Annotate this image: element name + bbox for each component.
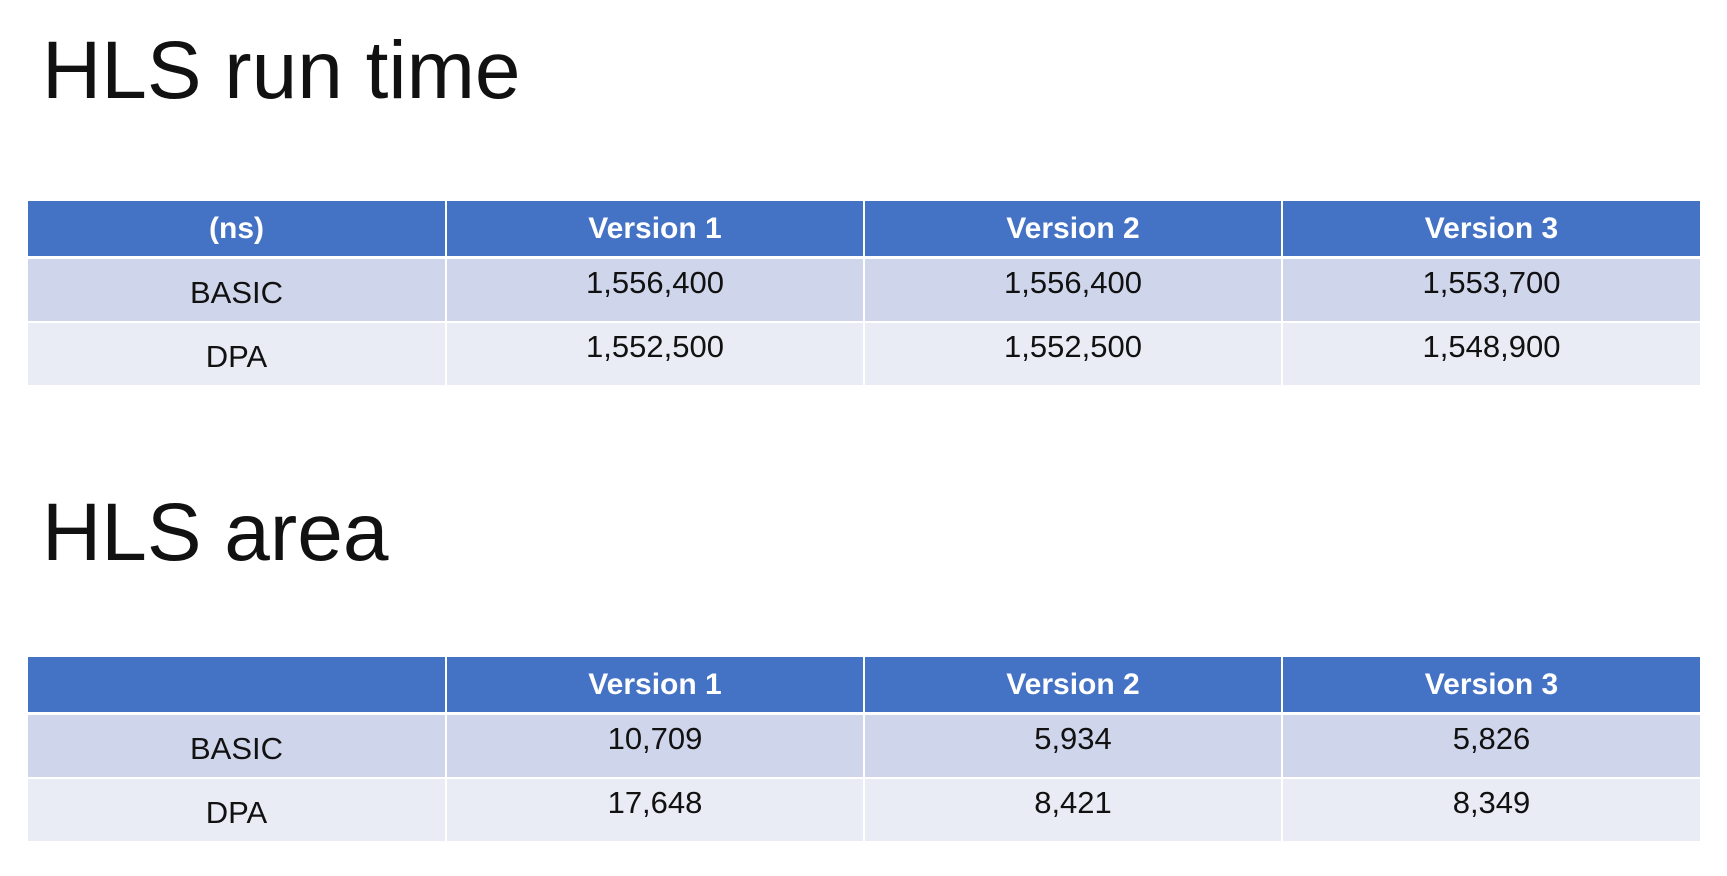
table-cell: 1,552,500 bbox=[864, 322, 1283, 387]
version-2-header: Version 2 bbox=[864, 201, 1283, 259]
table-header-row: Version 1 Version 2 Version 3 bbox=[28, 657, 1700, 715]
table-cell: 8,421 bbox=[864, 778, 1283, 843]
version-1-header: Version 1 bbox=[446, 657, 865, 715]
row-label: BASIC bbox=[28, 257, 447, 323]
table-cell: 1,556,400 bbox=[864, 257, 1283, 323]
table-cell: 1,556,400 bbox=[446, 257, 865, 323]
unit-header: (ns) bbox=[28, 201, 447, 259]
runtime-table: (ns) Version 1 Version 2 Version 3 BASIC… bbox=[28, 201, 1700, 387]
table-cell: 10,709 bbox=[446, 713, 865, 779]
table-cell: 17,648 bbox=[446, 778, 865, 843]
row-label: DPA bbox=[28, 778, 447, 843]
table-row-basic: BASIC 1,556,400 1,556,400 1,553,700 bbox=[28, 257, 1700, 323]
version-3-header: Version 3 bbox=[1282, 201, 1700, 259]
table-cell: 8,349 bbox=[1282, 778, 1700, 843]
table-row-dpa: DPA 17,648 8,421 8,349 bbox=[28, 778, 1700, 843]
empty-header bbox=[28, 657, 447, 715]
table-cell: 1,548,900 bbox=[1282, 322, 1700, 387]
table-row-basic: BASIC 10,709 5,934 5,826 bbox=[28, 713, 1700, 779]
runtime-section-title: HLS run time bbox=[42, 25, 521, 116]
version-3-header: Version 3 bbox=[1282, 657, 1700, 715]
table-cell: 5,826 bbox=[1282, 713, 1700, 779]
table-cell: 1,552,500 bbox=[446, 322, 865, 387]
version-2-header: Version 2 bbox=[864, 657, 1283, 715]
version-1-header: Version 1 bbox=[446, 201, 865, 259]
table-header-row: (ns) Version 1 Version 2 Version 3 bbox=[28, 201, 1700, 259]
table-cell: 1,553,700 bbox=[1282, 257, 1700, 323]
row-label: BASIC bbox=[28, 713, 447, 779]
table-cell: 5,934 bbox=[864, 713, 1283, 779]
area-table: Version 1 Version 2 Version 3 BASIC 10,7… bbox=[28, 657, 1700, 843]
table-row-dpa: DPA 1,552,500 1,552,500 1,548,900 bbox=[28, 322, 1700, 387]
row-label: DPA bbox=[28, 322, 447, 387]
area-section-title: HLS area bbox=[42, 487, 389, 578]
